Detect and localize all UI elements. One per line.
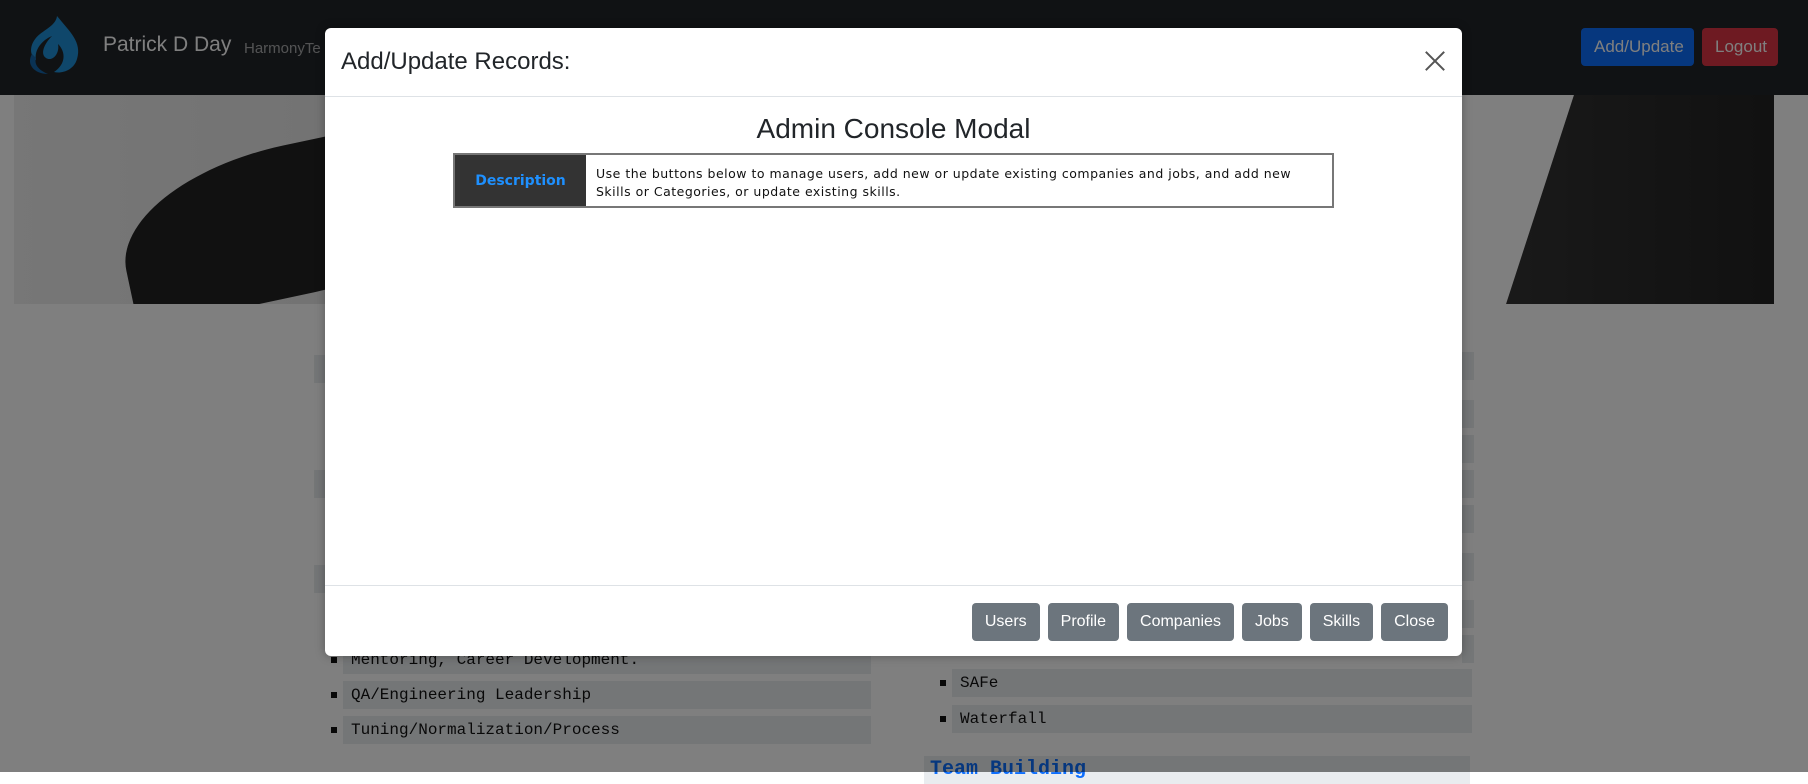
close-icon[interactable] [1422, 48, 1448, 74]
description-box: Description Use the buttons below to man… [453, 153, 1334, 208]
profile-button[interactable]: Profile [1047, 603, 1120, 641]
description-text: Use the buttons below to manage users, a… [596, 166, 1292, 199]
footer-button-group: Users Profile Companies Jobs Skills Clos… [971, 603, 1448, 641]
console-title: Admin Console Modal [756, 113, 1031, 144]
modal-title: Add/Update Records: [341, 48, 571, 75]
companies-button[interactable]: Companies [1127, 603, 1234, 641]
close-button[interactable]: Close [1381, 603, 1448, 641]
skills-button[interactable]: Skills [1309, 603, 1374, 641]
modal-footer: Users Profile Companies Jobs Skills Clos… [325, 585, 1462, 657]
modal-body: Admin Console Modal Description Use the … [325, 97, 1462, 585]
modal-header: Add/Update Records: [325, 28, 1462, 97]
users-button[interactable]: Users [971, 603, 1040, 641]
jobs-button[interactable]: Jobs [1241, 603, 1302, 641]
description-label: Description [455, 155, 586, 206]
admin-console-modal: Add/Update Records: Admin Console Modal … [325, 28, 1462, 656]
